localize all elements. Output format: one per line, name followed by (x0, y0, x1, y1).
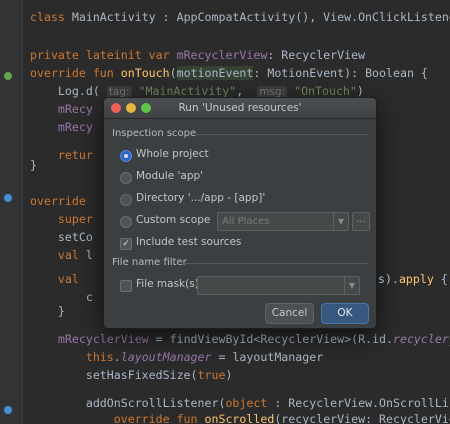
file-mask-checkbox[interactable] (120, 280, 132, 292)
code-token: super (30, 212, 93, 226)
code-token: val (30, 272, 86, 286)
code-token: "MainActivity" (131, 84, 237, 98)
chevron-down-icon: ▼ (344, 277, 359, 294)
code-token: this (30, 350, 114, 364)
code-token: override (30, 194, 93, 208)
code-token: motionEvent (176, 66, 254, 80)
code-token: val (30, 248, 86, 262)
dialog-titlebar: Run 'Unused resources' (104, 98, 376, 119)
code-line[interactable]: override (30, 192, 93, 211)
code-token: recycler_view (392, 332, 450, 346)
section-divider (184, 263, 368, 264)
code-line[interactable]: override fun onTouch(motionEvent: Motion… (30, 64, 428, 83)
code-line[interactable]: private lateinit var mRecyclerView: Recy… (30, 46, 365, 65)
code-token: mRecyclerView (176, 48, 268, 62)
override-marker-icon[interactable] (4, 72, 12, 80)
custom-scope-radio[interactable] (120, 216, 132, 228)
code-token: MainActivity : AppCompatActivity(), View… (71, 10, 450, 24)
code-token: : MotionEvent): Boolean { (253, 66, 428, 80)
code-token: (recyclerView: RecyclerView?, dx: (274, 412, 450, 424)
gutter-divider (22, 0, 23, 424)
code-line[interactable]: } (30, 156, 37, 175)
file-name-filter-heading: File name filter (112, 257, 187, 268)
code-line[interactable]: override fun onScrolled(recyclerView: Re… (30, 410, 450, 424)
code-token: , (236, 84, 258, 98)
code-token: override fun (30, 412, 205, 424)
code-line[interactable]: this.layoutManager = layoutManager (30, 348, 323, 367)
code-token: Log.d( (30, 84, 107, 98)
code-token: private lateinit var (30, 48, 177, 62)
code-token: = layoutManager (211, 350, 324, 364)
code-token: ) (225, 368, 233, 382)
code-line[interactable]: } (30, 302, 65, 321)
code-token: . (113, 350, 121, 364)
code-token: ) (356, 84, 364, 98)
section-divider (196, 134, 368, 135)
code-line[interactable]: class MainActivity : AppCompatActivity()… (30, 8, 450, 27)
code-token: override fun (30, 66, 121, 80)
code-token: addOnScrollListener( (30, 396, 226, 410)
file-mask-label[interactable]: File mask(s) (136, 276, 199, 292)
code-line[interactable]: retur (30, 146, 93, 165)
code-line[interactable]: mRecy (30, 100, 93, 119)
code-token: ( (169, 66, 177, 80)
code-token: object (225, 396, 268, 410)
editor-gutter (0, 0, 22, 424)
override-marker-icon[interactable] (4, 194, 12, 202)
code-token: layoutManager (120, 350, 212, 364)
code-token: } (30, 304, 65, 318)
run-inspection-dialog: Run 'Unused resources' Inspection scope … (103, 97, 377, 329)
code-token: = findViewById<RecyclerView>(R.id. (148, 332, 393, 346)
code-line[interactable]: setCo (30, 228, 93, 247)
cancel-button[interactable]: Cancel (265, 303, 314, 324)
override-marker-icon[interactable] (4, 406, 12, 414)
code-fragment: s).apply { (378, 272, 448, 286)
whole-project-label[interactable]: Whole project (136, 146, 209, 162)
inspection-scope-heading: Inspection scope (112, 128, 197, 139)
code-line[interactable]: val (30, 270, 86, 289)
code-token: "OnTouch" (287, 84, 357, 98)
code-token: setHasFixedSize( (30, 368, 198, 382)
ok-button[interactable]: OK (321, 303, 369, 324)
dialog-title: Run 'Unused resources' (178, 102, 302, 114)
code-token: onScrolled (204, 412, 275, 424)
directory-radio[interactable] (120, 194, 132, 206)
code-token: } (30, 158, 37, 172)
custom-scope-value: All Places (222, 216, 270, 227)
code-token: mRecy (30, 102, 93, 116)
whole-project-radio[interactable] (120, 150, 132, 162)
code-line[interactable]: val l (30, 246, 93, 265)
code-token: : RecyclerView.OnScrollListener() (274, 396, 450, 410)
module-app-radio[interactable] (120, 172, 132, 184)
custom-scope-select[interactable]: All Places ▼ (217, 212, 349, 231)
code-token: mRecy (30, 120, 93, 134)
code-token: mRecyclerView (30, 332, 149, 346)
code-line[interactable]: super (30, 210, 93, 229)
browse-scope-button[interactable]: ... (352, 212, 370, 231)
code-line[interactable]: mRecy (30, 118, 93, 137)
code-token: l (85, 248, 93, 262)
file-mask-select[interactable]: ▼ (197, 276, 360, 295)
code-line[interactable]: mRecyclerView = findViewById<RecyclerVie… (30, 330, 450, 349)
code-token: : RecyclerView (267, 48, 366, 62)
code-token: setCo (30, 230, 93, 244)
include-test-sources-label[interactable]: Include test sources (136, 234, 241, 250)
include-test-sources-checkbox[interactable]: ✓ (120, 238, 132, 250)
module-app-label[interactable]: Module 'app' (136, 168, 203, 184)
directory-label[interactable]: Directory '.../app - [app]' (136, 190, 265, 206)
code-token: class (30, 10, 72, 24)
code-token: true (197, 368, 226, 382)
code-line[interactable]: setHasFixedSize(true) (30, 366, 233, 385)
code-token: onTouch (120, 66, 170, 80)
custom-scope-label[interactable]: Custom scope (136, 212, 210, 228)
chevron-down-icon: ▼ (333, 213, 348, 230)
code-token: retur (30, 148, 93, 162)
